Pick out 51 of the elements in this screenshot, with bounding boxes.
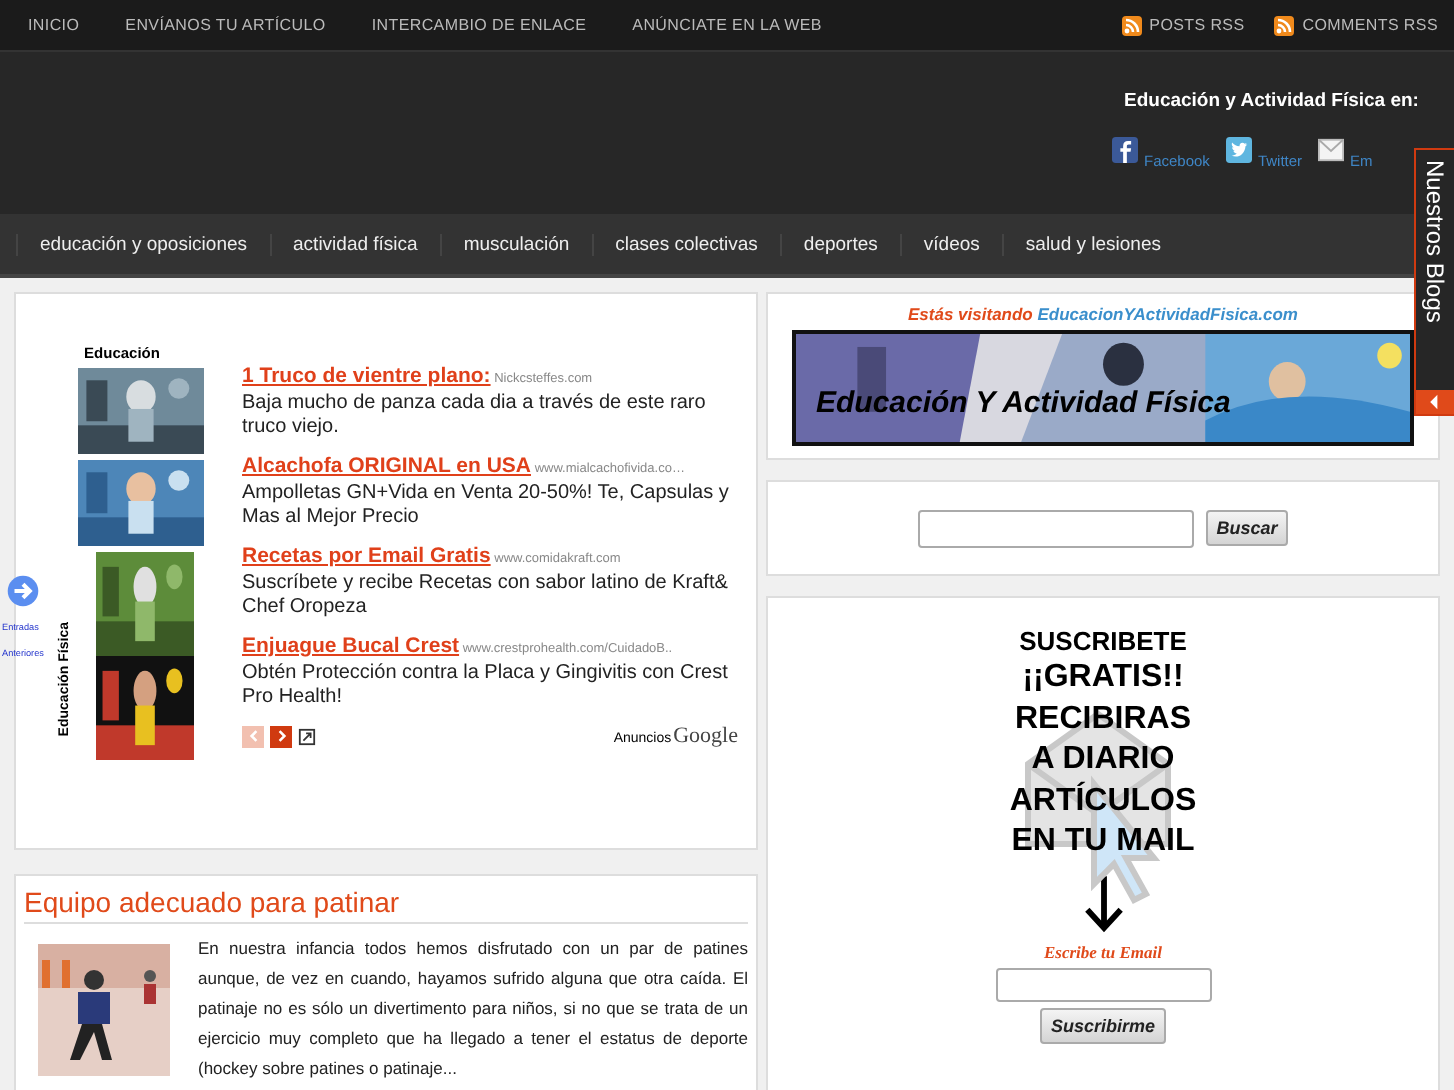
nav-tab[interactable]: educación y oposiciones — [16, 233, 270, 255]
ad-title-link[interactable]: Alcachofa ORIGINAL en USA — [242, 454, 531, 478]
chevron-left-icon — [245, 728, 261, 744]
nav-tab[interactable]: vídeos — [899, 233, 1002, 255]
envelope-icon[interactable] — [1318, 136, 1345, 164]
rss-link[interactable]: COMMENTS RSS — [1294, 16, 1438, 34]
visiting-label: Estás visitando — [908, 304, 1033, 324]
ad-title-link[interactable]: Enjuague Bucal Crest — [242, 634, 460, 658]
post-title[interactable]: Equipo adecuado para patinar — [24, 886, 748, 924]
external-link-icon[interactable] — [298, 727, 316, 745]
rss-icon[interactable] — [1121, 15, 1142, 35]
chevron-right-icon — [273, 728, 289, 744]
ad-description: Ampolletas GN+Vida en Venta 20-50%! Te, Capsulas y Mas al Mejor Precio — [242, 482, 731, 530]
nav-tab[interactable]: salud y lesiones — [1001, 233, 1184, 255]
caret-left-icon[interactable] — [1416, 390, 1454, 414]
subscribe-text: SUSCRIBETE — [1017, 624, 1189, 658]
rss-icon[interactable] — [1274, 15, 1295, 35]
top-nav-link[interactable]: INICIO — [12, 16, 80, 34]
ad-description: Baja mucho de panza cada dia a través de este raro truco viejo. — [242, 392, 708, 440]
ad-title-link[interactable]: Recetas por Email Gratis — [242, 544, 491, 568]
top-nav-link[interactable]: ANÚNCIATE EN LA WEB — [616, 16, 822, 34]
email-label: Escribe tu Email — [1043, 941, 1163, 961]
subscribe-text: ¡¡GRATIS!! — [1020, 658, 1186, 698]
site-link[interactable]: EducacionYActividadFisica.com — [1037, 304, 1298, 324]
nav-tab[interactable]: actividad física — [269, 233, 440, 255]
post-excerpt: En nuestra infancia todos hemos disfrutado con un par de patines aunque, de vez en cuando, hayamos sufrido alguna que otra caída. El patinaje no es sólo un divertimento para niños, si no que se trata de un ejercicio muy completo que ha llegado a tener el estatus de deporte (hockey sobre patines o patinaje... — [198, 936, 748, 1082]
search-button[interactable]: Buscar — [1206, 510, 1288, 546]
social-heading: Educación y Actividad Física en: — [1124, 90, 1421, 112]
subscribe-text: RECIBIRAS — [1012, 699, 1193, 739]
subscribe-text: ARTÍCULOS — [1009, 781, 1197, 821]
subscribe-button[interactable]: Suscribirme — [1040, 1007, 1166, 1043]
arrow-right-icon[interactable] — [6, 574, 40, 608]
next-button[interactable] — [270, 725, 292, 747]
ad-title-link[interactable]: 1 Truco de vientre plano: — [242, 364, 491, 388]
search-field[interactable] — [918, 509, 1195, 547]
ad-description: Obtén Protección contra la Placa y Gingivitis con Crest Pro Health! — [242, 662, 730, 710]
blogs-tab[interactable]: Nuestros Blogs — [1414, 148, 1454, 416]
nav-tab[interactable]: musculación — [439, 233, 592, 255]
nav-tab[interactable]: clases colectivas — [591, 233, 780, 255]
twitter-icon[interactable] — [1225, 136, 1252, 164]
banner-title: Educación Y Actividad Física — [816, 386, 1231, 420]
ads-brand: Google — [673, 724, 738, 748]
nav-tab[interactable]: deportes — [779, 233, 900, 255]
ad-description: Suscríbete y recibe Recetas con sabor latino de Kraft& Chef Oropeza — [242, 572, 730, 620]
top-nav-link[interactable]: INTERCAMBIO DE ENLACE — [355, 16, 587, 34]
facebook-icon[interactable] — [1112, 136, 1138, 164]
subscribe-text: A DIARIO — [1029, 740, 1177, 780]
email-field[interactable] — [995, 967, 1211, 1001]
subscribe-text: EN TU MAIL — [1009, 822, 1197, 862]
top-nav-link[interactable]: ENVÍANOS TU ARTÍCULO — [109, 16, 326, 34]
rss-link[interactable]: POSTS RSS — [1141, 16, 1245, 34]
